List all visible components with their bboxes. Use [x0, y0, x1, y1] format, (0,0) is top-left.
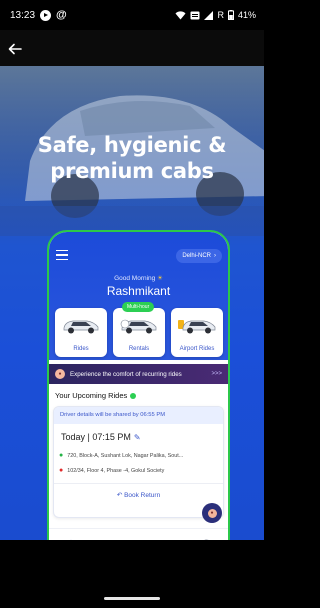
hero-title-line1: Safe, hygienic &: [37, 133, 227, 157]
city-name: Delhi-NCR: [182, 253, 211, 259]
city-selector: Delhi-NCR ›: [176, 249, 222, 263]
book-return-label: Book Return: [124, 492, 161, 499]
chat-assistant-fab: ●: [202, 503, 222, 523]
drop-location: ● 102/34, Floor 4, Phase -4, Gokul Socie…: [59, 467, 221, 474]
upcoming-rides-title: Your Upcoming Rides: [55, 391, 137, 400]
chevron-right-icon: ›: [214, 253, 216, 259]
user-name: Rashmikant: [106, 284, 171, 298]
car-with-luggage-icon: [178, 320, 216, 334]
signal-icon: [204, 10, 214, 20]
return-arrow-icon: ↶: [116, 492, 123, 499]
greeting-text: Good Morning: [114, 275, 156, 282]
status-dot-icon: [130, 392, 137, 399]
sun-icon: ☀: [157, 275, 163, 282]
drop-pin-icon: ●: [59, 467, 64, 474]
arrow-left-icon: [8, 43, 22, 55]
network-type: R: [217, 10, 224, 20]
at-sign-icon: @: [56, 9, 67, 21]
service-card-rides: Rides: [55, 308, 107, 357]
battery-icon: [227, 10, 234, 20]
mascot-icon: ●: [207, 508, 217, 518]
status-bar: 13:23 @ R 41%: [0, 0, 264, 30]
hamburger-menu-icon: [56, 250, 68, 260]
top-bar: [0, 30, 264, 66]
mascot-icon: ●: [55, 369, 65, 379]
recurring-rides-banner: ● Experience the comfort of recurring ri…: [49, 364, 228, 384]
wifi-icon: [175, 10, 186, 19]
edit-pencil-icon: ✎: [133, 432, 141, 442]
upcoming-ride-card: Driver details will be shared by 06:55 P…: [53, 406, 224, 518]
app-header: Delhi-NCR › Good Morning ☀ Rashmikant Ri…: [49, 232, 228, 360]
battery-level: 41%: [237, 10, 256, 20]
service-label: Rides: [73, 346, 89, 352]
service-label: Airport Rides: [179, 346, 215, 352]
gesture-home-bar[interactable]: [104, 597, 160, 600]
drop-address: 102/34, Floor 4, Phase -4, Gokul Society: [67, 467, 165, 474]
driver-note: Driver details will be shared by 06:55 P…: [54, 407, 223, 424]
status-right: R 41%: [175, 10, 256, 20]
hero-title-line2: premium cabs: [50, 159, 214, 183]
service-card-rentals: Multi-hour Rentals: [113, 302, 165, 357]
ride-time: Today | 07:15 PM ✎: [61, 432, 141, 442]
pickup-pin-icon: ●: [59, 452, 64, 459]
pickup-location: ● 720, Block-A, Sushant Lok, Nagar Palik…: [59, 452, 221, 459]
divider: [54, 483, 223, 484]
book-return: ↶ Book Return: [54, 491, 223, 499]
car-with-clock-icon: [120, 319, 157, 334]
service-card-airport: Airport Rides: [171, 308, 223, 357]
service-label: Rentals: [128, 346, 150, 352]
hero-title: Safe, hygienic & premium cabs: [0, 132, 264, 184]
greeting: Good Morning ☀: [49, 274, 228, 282]
banner-text: Experience the comfort of recurring ride…: [70, 370, 182, 378]
play-icon: [40, 9, 52, 21]
phone-mockup: Delhi-NCR › Good Morning ☀ Rashmikant Ri…: [47, 230, 230, 560]
status-time: 13:23: [10, 9, 36, 21]
status-left: 13:23 @: [10, 9, 67, 21]
car-icon: [63, 320, 99, 334]
service-badge: Multi-hour: [122, 302, 155, 312]
back-button[interactable]: [8, 38, 30, 60]
volte-icon: [190, 11, 200, 19]
banner-arrow: >>>: [211, 371, 222, 377]
upcoming-title-text: Your Upcoming Rides: [55, 391, 128, 400]
ride-time-text: Today | 07:15 PM: [61, 432, 131, 442]
pickup-address: 720, Block-A, Sushant Lok, Nagar Palika,…: [67, 452, 184, 459]
